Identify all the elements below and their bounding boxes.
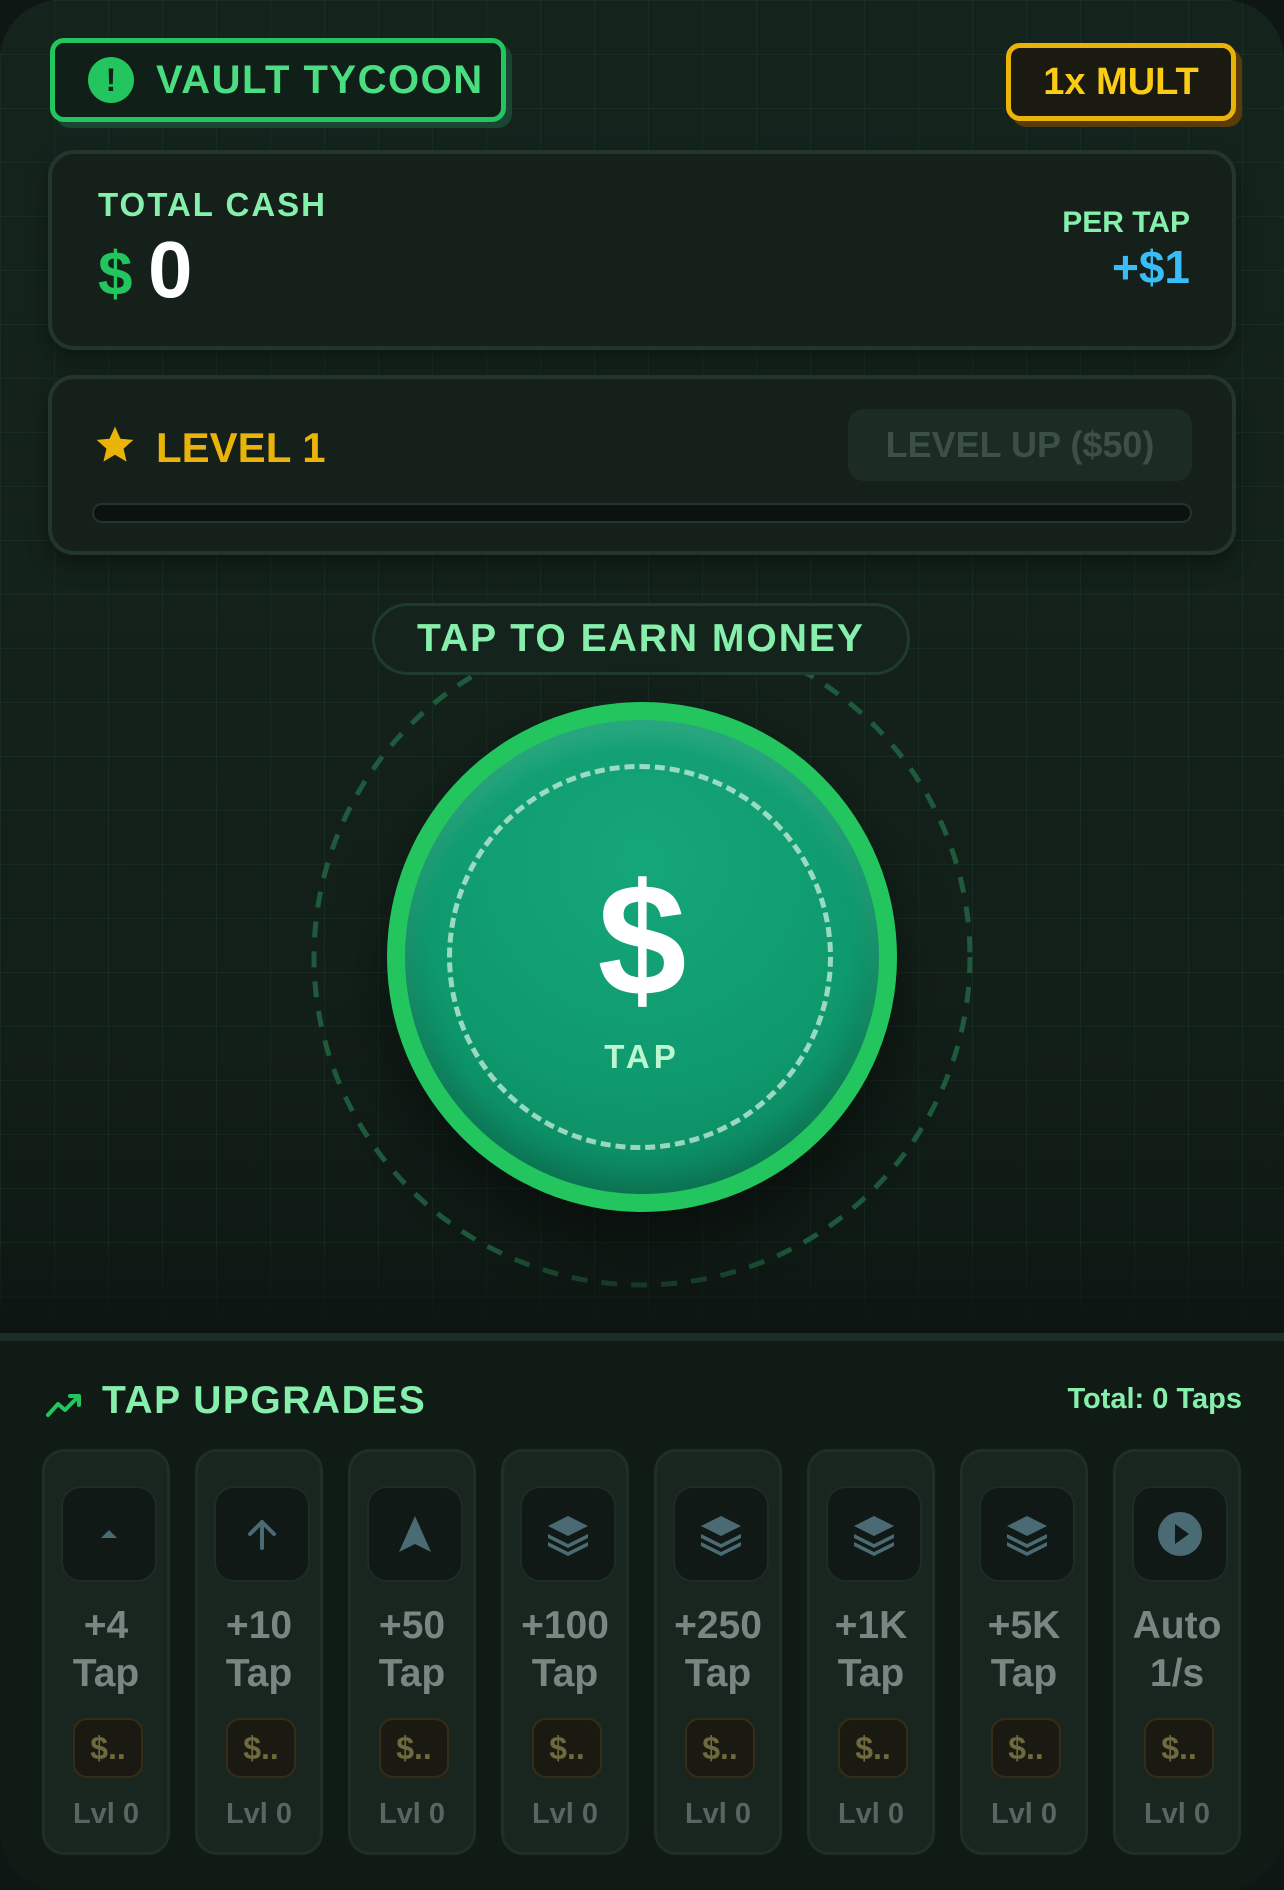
upgrade-name: +100 Tap: [504, 1602, 626, 1698]
upgrades-panel: TAP UPGRADES Total: 0 Taps +4 Tap $.. Lvl 0…: [0, 1333, 1284, 1890]
upgrade-type: Tap: [990, 1652, 1058, 1695]
layers-icon: [979, 1486, 1075, 1582]
coin-label: TAP: [604, 1038, 680, 1075]
upgrade-price[interactable]: $..: [226, 1718, 296, 1778]
upgrade-amount: +10: [225, 1604, 293, 1647]
upgrade-card[interactable]: +100 Tap $.. Lvl 0: [501, 1449, 629, 1855]
upgrade-level: Lvl 0: [378, 1798, 446, 1830]
upgrade-price[interactable]: $..: [1144, 1718, 1214, 1778]
upgrade-card[interactable]: +250 Tap $.. Lvl 0: [654, 1449, 782, 1855]
upgrade-price[interactable]: $..: [685, 1718, 755, 1778]
caret-up-icon: [61, 1486, 157, 1582]
upgrade-level: Lvl 0: [72, 1798, 140, 1830]
layers-icon: [520, 1486, 616, 1582]
upgrade-card[interactable]: +50 Tap $.. Lvl 0: [348, 1449, 476, 1855]
upgrade-name: +1K Tap: [810, 1602, 932, 1698]
upgrade-amount: Auto: [1132, 1604, 1222, 1647]
upgrade-level: Lvl 0: [225, 1798, 293, 1830]
upgrade-price[interactable]: $..: [991, 1718, 1061, 1778]
upgrade-name: +5K Tap: [963, 1602, 1085, 1698]
upgrade-price[interactable]: $..: [532, 1718, 602, 1778]
upgrade-grid: +4 Tap $.. Lvl 0 +10 Tap $.. Lvl 0 +50 Tap $.. Lvl …: [42, 1449, 1242, 1859]
navigation-arrow-icon: [367, 1486, 463, 1582]
upgrade-name: +250 Tap: [657, 1602, 779, 1698]
upgrade-name: +50 Tap: [351, 1602, 473, 1698]
upgrade-card[interactable]: +4 Tap $.. Lvl 0: [42, 1449, 170, 1855]
upgrade-level: Lvl 0: [990, 1798, 1058, 1830]
upgrade-type: Tap: [72, 1652, 140, 1695]
upgrade-type: Tap: [378, 1652, 446, 1695]
tap-coin-button[interactable]: $ TAP: [387, 702, 897, 1212]
upgrade-card[interactable]: +10 Tap $.. Lvl 0: [195, 1449, 323, 1855]
upgrade-type: Tap: [225, 1652, 293, 1695]
upgrade-level: Lvl 0: [684, 1798, 752, 1830]
upgrade-amount: +4: [83, 1604, 129, 1647]
upgrade-card[interactable]: +1K Tap $.. Lvl 0: [807, 1449, 935, 1855]
upgrade-name: +10 Tap: [198, 1602, 320, 1698]
play-circle-icon: [1132, 1486, 1228, 1582]
upgrade-level: Lvl 0: [531, 1798, 599, 1830]
layers-icon: [826, 1486, 922, 1582]
upgrade-type: Tap: [837, 1652, 905, 1695]
upgrade-price[interactable]: $..: [838, 1718, 908, 1778]
upgrade-card[interactable]: Auto 1/s $.. Lvl 0: [1113, 1449, 1241, 1855]
arrow-up-icon: [214, 1486, 310, 1582]
play-area: ! VAULT TYCOON 1x MULT TOTAL CASH $ 0 PE…: [0, 0, 1284, 1335]
upgrades-title: TAP UPGRADES: [102, 1379, 427, 1422]
upgrade-price[interactable]: $..: [73, 1718, 143, 1778]
upgrade-level: Lvl 0: [1143, 1798, 1211, 1830]
upgrade-amount: +5K: [987, 1604, 1061, 1647]
upgrade-amount: +1K: [834, 1604, 908, 1647]
game-screen: ! VAULT TYCOON 1x MULT TOTAL CASH $ 0 PE…: [0, 0, 1284, 1890]
upgrade-price[interactable]: $..: [379, 1718, 449, 1778]
upgrade-name: Auto 1/s: [1116, 1602, 1238, 1698]
upgrade-amount: +100: [521, 1604, 609, 1647]
coin-face: $ TAP: [405, 720, 879, 1194]
upgrade-card[interactable]: +5K Tap $.. Lvl 0: [960, 1449, 1088, 1855]
layers-icon: [673, 1486, 769, 1582]
upgrade-type: Tap: [531, 1652, 599, 1695]
upgrade-name: +4 Tap: [45, 1602, 167, 1698]
dollar-icon: $: [597, 850, 687, 1029]
trending-up-icon: [46, 1394, 81, 1417]
upgrade-amount: +250: [674, 1604, 762, 1647]
upgrade-type: 1/s: [1149, 1652, 1205, 1695]
upgrade-level: Lvl 0: [837, 1798, 905, 1830]
tap-hint: TAP TO EARN MONEY: [372, 603, 910, 675]
upgrade-amount: +50: [378, 1604, 446, 1647]
total-taps: Total: 0 Taps: [1067, 1383, 1242, 1415]
upgrade-type: Tap: [684, 1652, 752, 1695]
